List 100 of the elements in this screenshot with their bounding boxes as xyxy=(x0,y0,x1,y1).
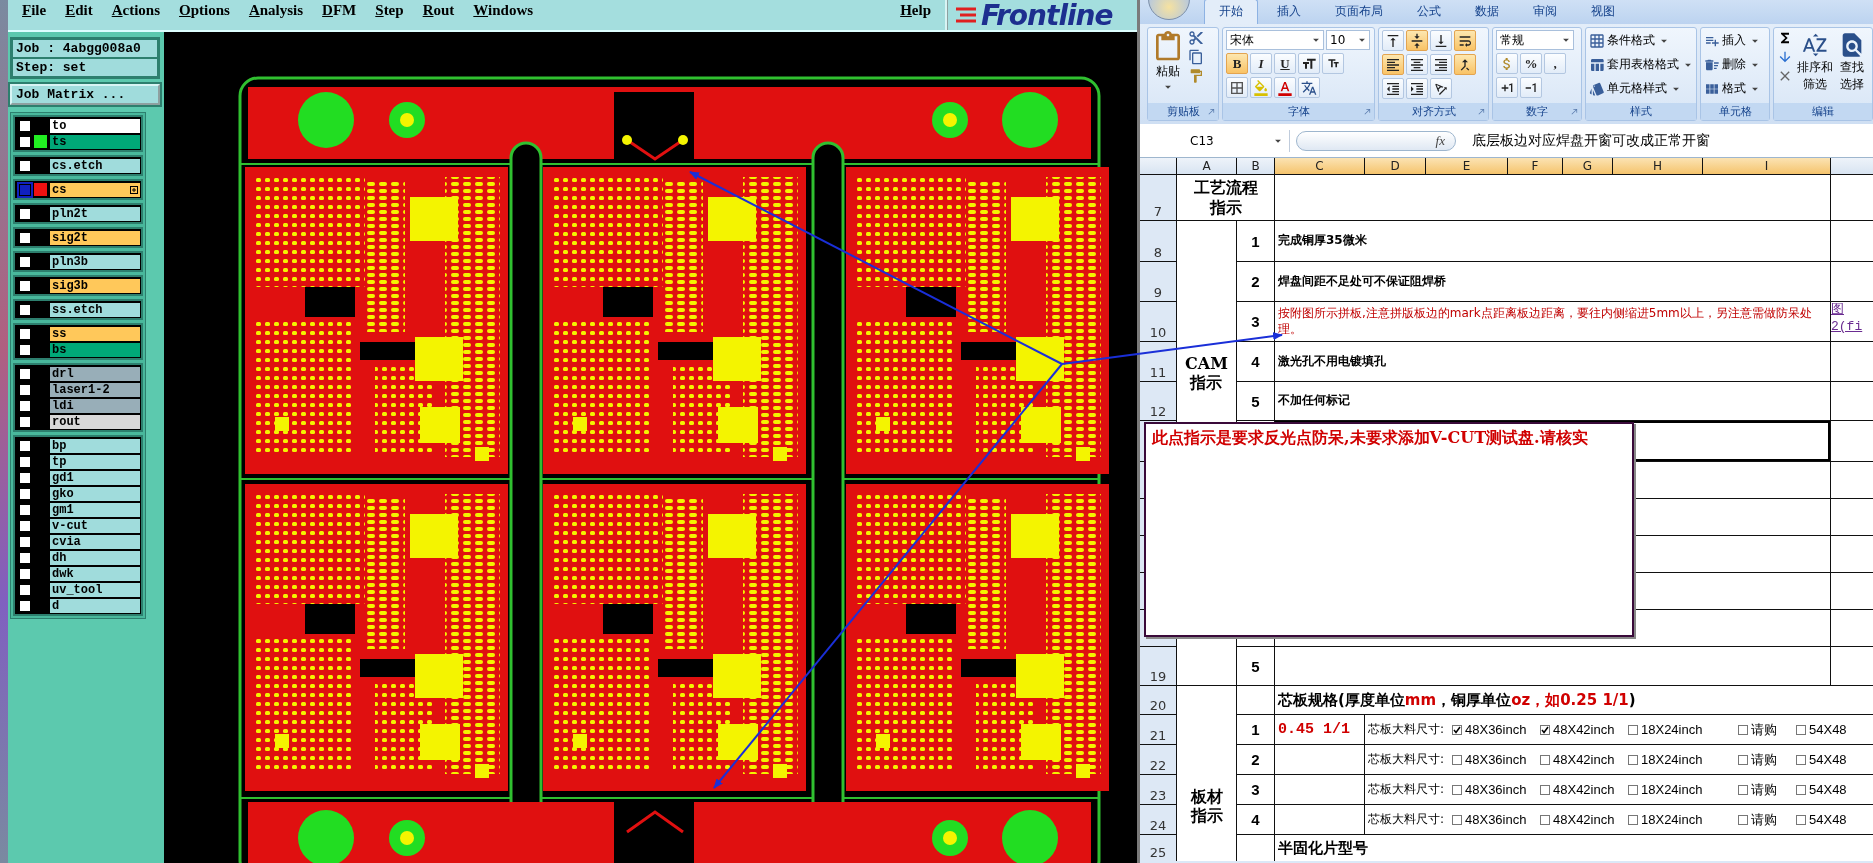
layer-checkbox[interactable] xyxy=(19,279,31,292)
phonetic-button[interactable] xyxy=(1298,77,1320,98)
layer-checkbox[interactable] xyxy=(19,503,31,516)
layer-checkbox[interactable] xyxy=(19,327,31,340)
increase-decimal-button[interactable] xyxy=(1496,77,1518,98)
column-header[interactable]: B xyxy=(1237,158,1274,174)
ribbon-tab[interactable]: 公式 xyxy=(1402,0,1456,24)
grow-font-button[interactable] xyxy=(1298,53,1320,74)
shrink-font-button[interactable] xyxy=(1322,53,1344,74)
menu-item[interactable]: DFM xyxy=(322,2,357,19)
layer-name[interactable]: sig2t xyxy=(50,230,140,245)
menu-item[interactable]: Step xyxy=(375,2,404,19)
size-checkbox[interactable]: 48X36inch xyxy=(1452,812,1540,827)
decrease-indent-button[interactable] xyxy=(1382,78,1404,99)
menu-item[interactable]: File xyxy=(22,2,47,19)
row-header[interactable]: 19 xyxy=(1140,647,1176,685)
layer-checkbox[interactable] xyxy=(19,455,31,468)
layer-checkbox[interactable] xyxy=(19,415,31,428)
font-color-button[interactable] xyxy=(1274,77,1296,98)
size-checkbox[interactable]: 48X42inch xyxy=(1540,722,1628,737)
row-header[interactable]: 20 xyxy=(1140,686,1176,714)
layer-name[interactable]: ss xyxy=(50,326,140,341)
layer-checkbox[interactable] xyxy=(19,303,31,316)
layer-checkbox[interactable] xyxy=(19,471,31,484)
cells-menu-button[interactable]: 插入 xyxy=(1704,30,1762,51)
column-header[interactable]: F xyxy=(1508,158,1562,174)
menu-item[interactable]: Analysis xyxy=(248,2,304,19)
font-name-field[interactable]: 宋体 xyxy=(1226,30,1324,50)
layer-name[interactable]: cs xyxy=(50,182,140,197)
row-header[interactable]: 22 xyxy=(1140,745,1176,774)
number-format-button[interactable]: , xyxy=(1544,53,1566,74)
align-button[interactable] xyxy=(1406,30,1428,51)
styles-menu-button[interactable]: 套用表格格式 xyxy=(1589,54,1695,75)
size-checkbox[interactable]: 请购 xyxy=(1738,750,1796,769)
column-header[interactable]: H xyxy=(1613,158,1702,174)
fill-color-button[interactable] xyxy=(1250,77,1272,98)
menu-item[interactable]: Rout xyxy=(422,2,455,19)
column-header[interactable]: C xyxy=(1275,158,1364,174)
layer-name[interactable]: gko xyxy=(50,486,140,501)
ribbon-tab[interactable]: 插入 xyxy=(1262,0,1316,24)
size-checkbox[interactable]: 18X24inch xyxy=(1628,812,1738,827)
size-checkbox[interactable]: 54X48 xyxy=(1796,812,1852,827)
column-header[interactable]: I xyxy=(1703,158,1830,174)
name-box[interactable]: C13 xyxy=(1140,129,1290,152)
layer-checkbox[interactable] xyxy=(19,207,31,220)
layer-name[interactable]: v-cut xyxy=(50,518,140,533)
ribbon-tab[interactable]: 页面布局 xyxy=(1320,0,1398,24)
row-header[interactable]: 24 xyxy=(1140,805,1176,834)
layer-name[interactable]: gd1 xyxy=(50,470,140,485)
font-size-field[interactable]: 10 xyxy=(1326,30,1370,50)
layer-name[interactable]: to xyxy=(50,118,140,133)
paste-button[interactable]: 粘贴 xyxy=(1151,30,1185,95)
layer-name[interactable]: dwk xyxy=(50,566,140,581)
row-header[interactable]: 10 xyxy=(1140,302,1176,341)
sort-filter-button[interactable]: 排序和 筛选 xyxy=(1796,30,1834,94)
size-checkbox[interactable]: 18X24inch xyxy=(1628,782,1738,797)
layer-checkbox[interactable] xyxy=(19,183,31,196)
styles-menu-button[interactable]: 条件格式 xyxy=(1589,30,1671,51)
insert-function-button[interactable]: fx xyxy=(1296,130,1456,151)
row-header[interactable]: 7 xyxy=(1140,175,1176,220)
layer-checkbox[interactable] xyxy=(19,367,31,380)
layer-name[interactable]: cs.etch xyxy=(50,158,140,173)
align-button[interactable] xyxy=(1382,30,1404,51)
row-header[interactable]: 21 xyxy=(1140,715,1176,744)
layer-checkbox[interactable] xyxy=(19,231,31,244)
layer-checkbox[interactable] xyxy=(19,255,31,268)
menu-item[interactable]: Edit xyxy=(65,2,93,19)
ribbon-tab[interactable]: 开始 xyxy=(1204,0,1258,24)
layer-name[interactable]: pln3b xyxy=(50,254,140,269)
format-button[interactable]: B xyxy=(1226,53,1248,74)
layer-checkbox[interactable] xyxy=(19,583,31,596)
size-checkbox[interactable]: 请购 xyxy=(1738,720,1796,739)
layer-checkbox[interactable] xyxy=(19,159,31,172)
layer-name[interactable]: ts xyxy=(50,134,140,149)
row-header[interactable]: 25 xyxy=(1140,835,1176,861)
layer-checkbox[interactable] xyxy=(19,551,31,564)
align-button[interactable] xyxy=(1406,54,1428,75)
layer-name[interactable]: rout xyxy=(50,414,140,429)
layer-name[interactable]: sig3b xyxy=(50,278,140,293)
layer-name[interactable]: bp xyxy=(50,438,140,453)
layer-name[interactable]: laser1-2 xyxy=(50,382,140,397)
layer-checkbox[interactable] xyxy=(19,535,31,548)
size-checkbox[interactable]: 54X48 xyxy=(1796,782,1852,797)
layer-name[interactable]: uv_tool xyxy=(50,582,140,597)
column-header[interactable]: A xyxy=(1177,158,1236,174)
format-button[interactable]: I xyxy=(1250,53,1272,74)
increase-indent-button[interactable] xyxy=(1406,78,1428,99)
size-checkbox[interactable]: 请购 xyxy=(1738,810,1796,829)
formula-input[interactable]: 底层板边对应焊盘开窗可改成正常开窗 xyxy=(1462,131,1867,150)
layer-name[interactable]: pln2t xyxy=(50,206,140,221)
column-header[interactable]: D xyxy=(1365,158,1425,174)
menu-item[interactable]: Help xyxy=(900,0,931,30)
row-header[interactable]: 8 xyxy=(1140,221,1176,261)
layer-checkbox[interactable] xyxy=(19,567,31,580)
layer-checkbox[interactable] xyxy=(19,383,31,396)
size-checkbox[interactable]: 54X48 xyxy=(1796,752,1852,767)
layer-checkbox[interactable] xyxy=(19,487,31,500)
size-checkbox[interactable]: 48X42inch xyxy=(1540,782,1628,797)
align-button[interactable] xyxy=(1430,54,1452,75)
row-header[interactable]: 23 xyxy=(1140,775,1176,804)
